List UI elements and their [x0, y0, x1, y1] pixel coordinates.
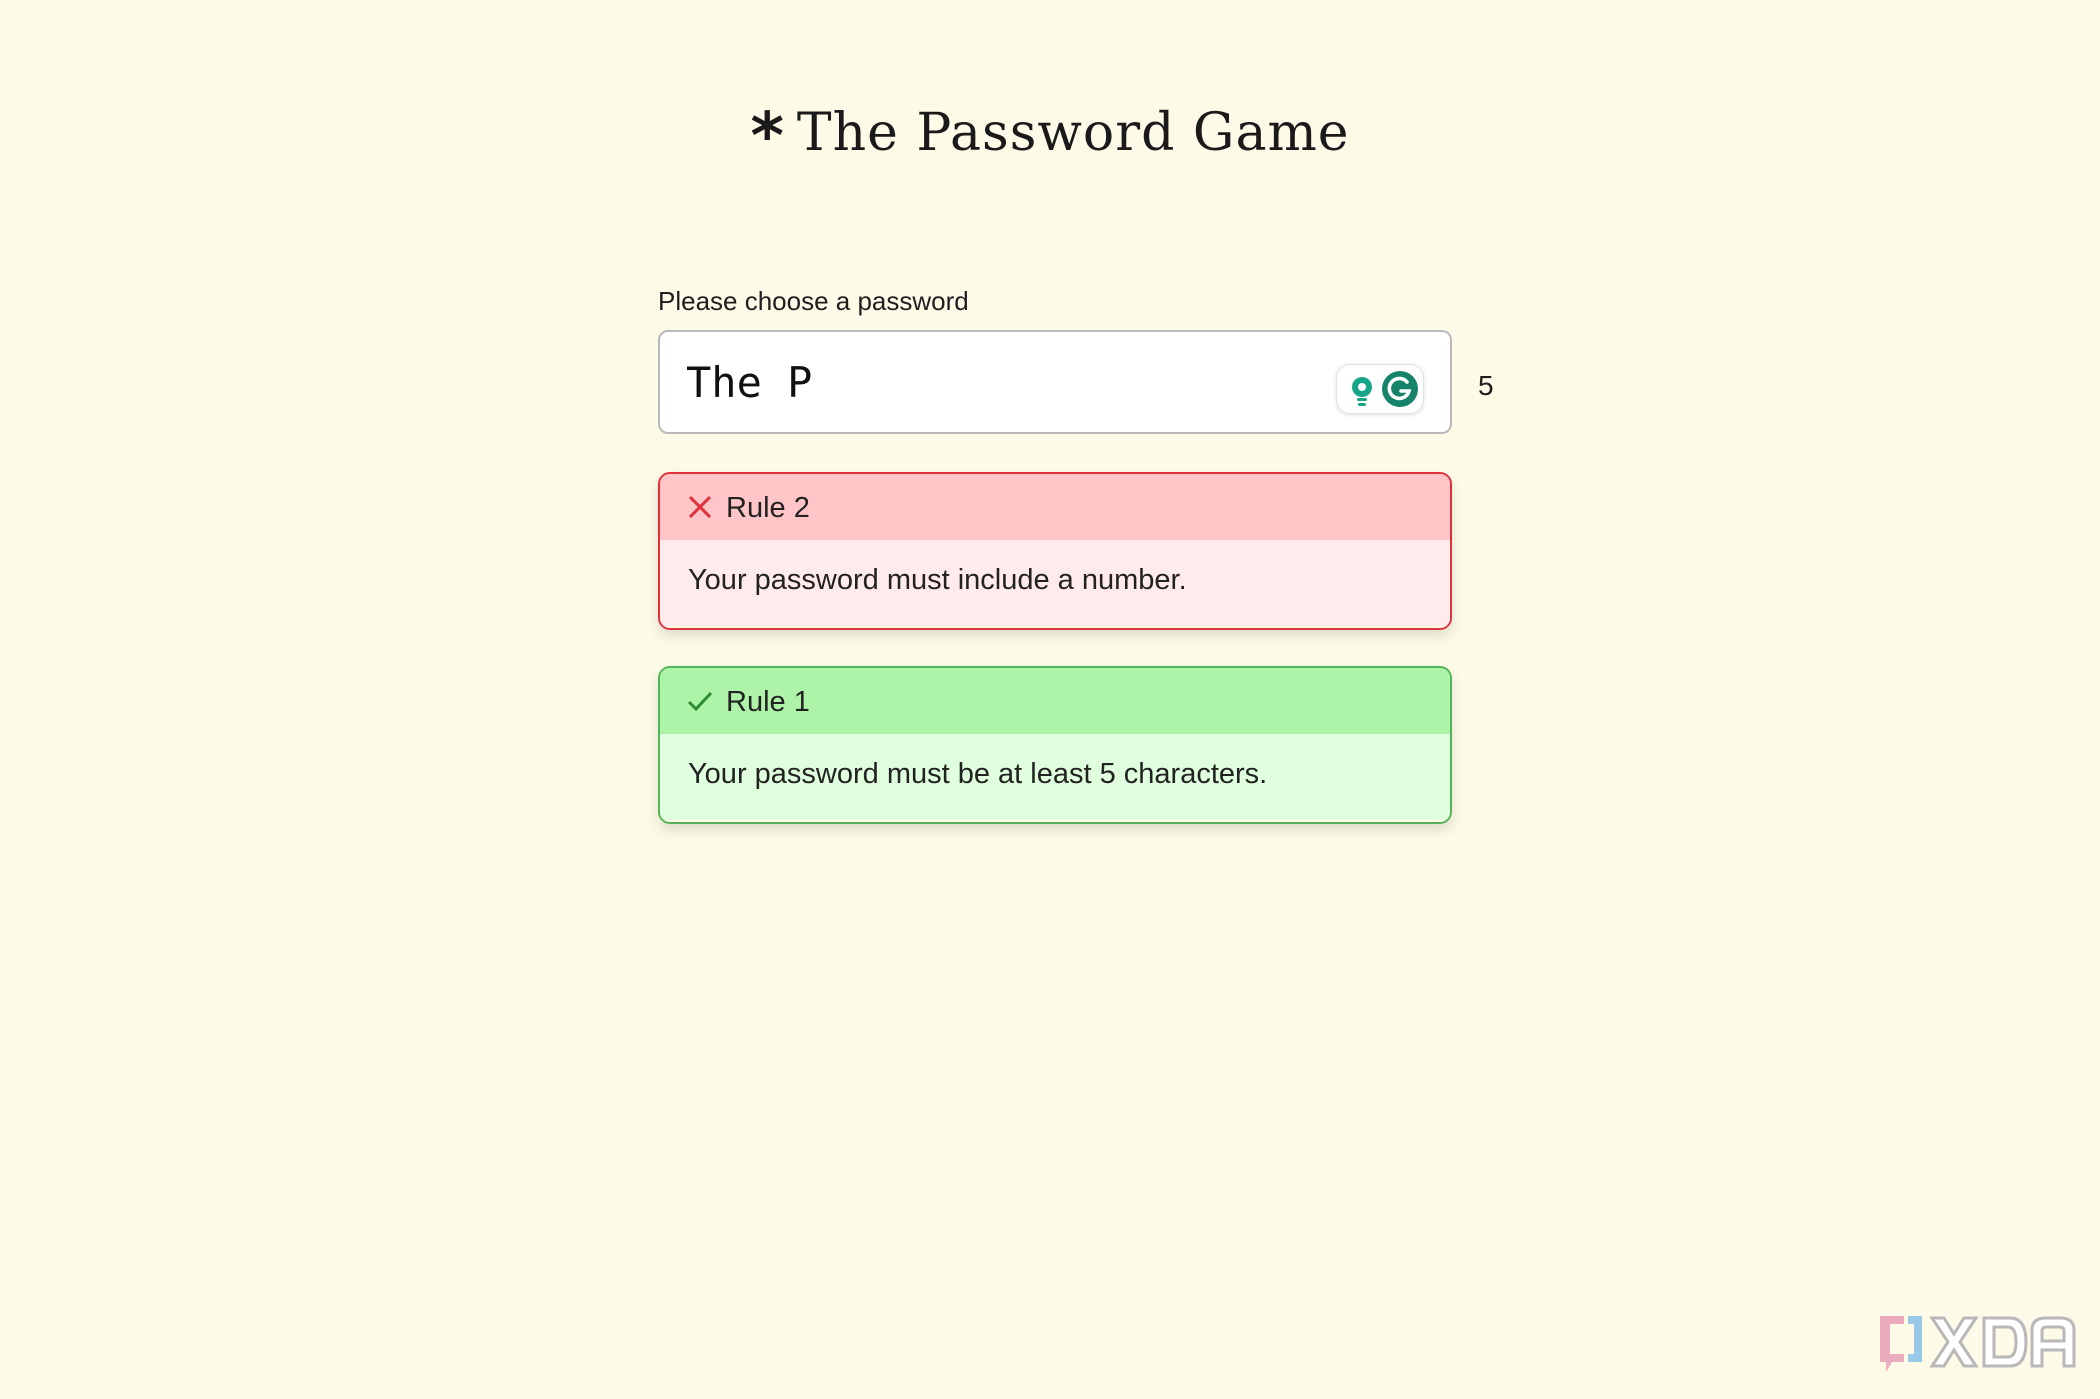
rule-body: Your password must include a number.: [660, 540, 1450, 626]
x-icon: [688, 495, 712, 519]
grammarly-widget[interactable]: [1336, 364, 1424, 414]
rule-header: Rule 1: [660, 668, 1450, 734]
title-text: The Password Game: [796, 103, 1350, 163]
xda-logo: [1880, 1316, 2076, 1372]
character-count: 5: [1478, 370, 1494, 401]
hint-bulb-icon[interactable]: [1345, 373, 1379, 407]
asterisk-icon: *: [750, 100, 785, 174]
rule-title: Rule 1: [726, 686, 810, 718]
rule-body: Your password must be at least 5 charact…: [660, 734, 1450, 820]
rule-1-card: Rule 1 Your password must be at least 5 …: [658, 666, 1452, 824]
password-input[interactable]: The P: [658, 330, 1452, 434]
password-value[interactable]: The P: [686, 358, 812, 407]
grammarly-icon[interactable]: [1381, 370, 1419, 408]
rule-description: Your password must include a number.: [688, 564, 1187, 596]
checkmark-icon: [687, 691, 713, 712]
rule-title: Rule 2: [726, 492, 810, 524]
rule-2-card: Rule 2 Your password must include a numb…: [658, 472, 1452, 630]
page-title: * The Password Game: [0, 100, 2100, 174]
rule-header: Rule 2: [660, 474, 1450, 540]
rule-description: Your password must be at least 5 charact…: [688, 758, 1268, 790]
password-label: Please choose a password: [658, 286, 969, 316]
